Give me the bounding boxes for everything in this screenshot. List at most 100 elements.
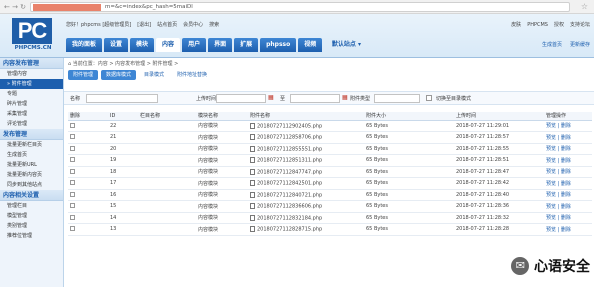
main-tab[interactable]: 视频 — [298, 38, 323, 52]
module-cell: 内容模块 — [196, 177, 248, 190]
sidebar-item[interactable]: » 附件管理 — [0, 79, 63, 89]
sidebar-item[interactable]: 管理内容 — [0, 69, 63, 79]
filename-text: 20180727112858706.php — [257, 134, 323, 141]
switch-mode-checkbox[interactable] — [426, 95, 432, 101]
column-header: 上传时间 — [454, 112, 544, 121]
row-checkbox[interactable] — [70, 214, 75, 220]
main-tab[interactable]: 扩展 — [234, 38, 259, 52]
main-tab[interactable]: 设置 — [104, 38, 129, 52]
row-checkbox[interactable] — [70, 191, 75, 197]
top-right-link[interactable]: PHPCMS — [527, 22, 548, 28]
row-actions[interactable]: 预览 | 删除 — [544, 166, 592, 178]
row-actions[interactable]: 预览 | 删除 — [544, 177, 592, 190]
shortcut-links: 生成首页 更新缓存 — [534, 41, 590, 48]
attachment-type-select[interactable] — [374, 94, 420, 103]
sidebar-item[interactable]: 生成首页 — [0, 150, 63, 160]
sub-tab[interactable]: 附件地址替换 — [172, 70, 212, 80]
row-actions[interactable]: 预览 | 删除 — [544, 131, 592, 144]
top-info-item[interactable]: [退出] — [137, 22, 151, 28]
start-date-input[interactable] — [216, 94, 266, 103]
main-tab[interactable]: 界面 — [208, 38, 233, 52]
row-actions[interactable]: 预览 | 删除 — [544, 143, 592, 155]
sidebar-item[interactable]: 推荐位管理 — [0, 231, 63, 241]
sub-tab[interactable]: 附件管理 — [68, 70, 99, 80]
row-checkbox[interactable] — [70, 180, 75, 186]
row-actions[interactable]: 预览 | 删除 — [544, 223, 592, 236]
filename-cell: 20180727112902405.php — [248, 120, 364, 132]
sub-tab[interactable]: 目录模式 — [139, 70, 169, 80]
top-info-item[interactable]: 站点首页 — [157, 22, 177, 28]
row-checkbox[interactable] — [70, 226, 75, 232]
sidebar-item[interactable]: 碎片管理 — [0, 99, 63, 109]
size-cell: 65 Bytes — [364, 154, 454, 167]
shortcut-link[interactable]: 更新缓存 — [570, 42, 590, 48]
module-cell: 内容模块 — [196, 120, 248, 132]
filename-cell: 20180727112847747.php — [248, 166, 364, 178]
sidebar-item[interactable]: 批量更新栏目页 — [0, 140, 63, 150]
row-actions[interactable]: 预览 | 删除 — [544, 200, 592, 213]
row-actions[interactable]: 预览 | 删除 — [544, 189, 592, 201]
filename-text: 20180727112828715.php — [257, 226, 323, 233]
filename-cell: 20180727112851311.php — [248, 154, 364, 167]
row-checkbox[interactable] — [70, 122, 75, 128]
time-cell: 2018-07-27 11:28:57 — [454, 131, 544, 144]
shortcut-link[interactable]: 生成首页 — [542, 42, 562, 48]
attachment-type-label: 附件类型 — [350, 96, 371, 102]
sidebar-item[interactable]: 类别管理 — [0, 221, 63, 231]
row-actions[interactable]: 预览 | 删除 — [544, 154, 592, 167]
end-date-input[interactable] — [290, 94, 340, 103]
top-info-item[interactable]: 会员中心 — [183, 22, 203, 28]
top-right-link[interactable]: 授权 — [554, 22, 564, 28]
top-right-link[interactable]: 皮肤 — [511, 22, 521, 28]
sidebar-group-heading: 内容相关设置 — [0, 190, 63, 201]
row-checkbox[interactable] — [70, 168, 75, 174]
sidebar-item[interactable]: 批量更新内容页 — [0, 170, 63, 180]
main-tab[interactable]: 用户 — [182, 38, 207, 52]
admin-header: PC PHPCMS.CN 您好！phpcms [超级管理员] [退出] 站点首页 会员… — [0, 14, 594, 58]
sidebar-item[interactable]: 模型管理 — [0, 211, 63, 221]
table-row: 18 内容模块 20180727112847747.php 65 Bytes 2018-… — [68, 166, 592, 178]
main-tab[interactable]: phpsso — [260, 38, 297, 52]
row-checkbox[interactable] — [70, 157, 75, 163]
bookmark-star-icon[interactable]: ☆ — [581, 2, 588, 11]
main-tab[interactable]: 模块 — [130, 38, 155, 52]
file-icon — [250, 157, 255, 163]
size-cell: 65 Bytes — [364, 131, 454, 144]
sidebar-item[interactable]: 专题 — [0, 89, 63, 99]
sidebar-item[interactable]: 批量更新URL — [0, 160, 63, 170]
module-cell: 内容模块 — [196, 200, 248, 213]
site-selector[interactable]: 默认站点 ▾ — [332, 39, 361, 48]
id-cell: 22 — [108, 120, 138, 132]
file-icon — [250, 226, 255, 232]
file-icon — [250, 134, 255, 140]
main-tab[interactable]: 我的面板 — [66, 38, 103, 52]
time-cell: 2018-07-27 11:28:40 — [454, 189, 544, 201]
time-cell: 2018-07-27 11:28:55 — [454, 143, 544, 155]
row-checkbox[interactable] — [70, 203, 75, 209]
category-cell — [138, 120, 196, 132]
name-input[interactable] — [86, 94, 158, 103]
top-info-item[interactable]: 搜索 — [209, 22, 219, 28]
delete-cell — [68, 143, 108, 155]
address-field[interactable]: m=&c=index&pc_hash=5maiDl — [30, 2, 570, 12]
end-calendar-icon[interactable]: ▦ — [342, 94, 348, 101]
browser-nav-icons[interactable]: ← → ↻ — [4, 3, 26, 11]
file-icon — [250, 145, 255, 152]
filename-cell: 20180727112836606.php — [248, 200, 364, 213]
sidebar-item[interactable]: 同步到其他站点 — [0, 180, 63, 190]
row-actions[interactable]: 预览 | 删除 — [544, 212, 592, 224]
top-right-link[interactable]: 支持论坛 — [570, 22, 590, 28]
sidebar-item[interactable]: 管理栏目 — [0, 201, 63, 211]
row-checkbox[interactable] — [70, 134, 75, 140]
sidebar-item[interactable]: 采集管理 — [0, 109, 63, 119]
filename-cell: 20180727112828715.php — [248, 223, 364, 236]
file-icon — [250, 180, 255, 186]
main-tab[interactable]: 内容 — [156, 38, 181, 52]
row-checkbox[interactable] — [70, 145, 75, 151]
time-cell: 2018-07-27 11:29:01 — [454, 120, 544, 132]
start-calendar-icon[interactable]: ▦ — [268, 94, 274, 101]
top-info-item: 您好！phpcms [超级管理员] — [66, 22, 132, 28]
sub-tab[interactable]: 数据库模式 — [101, 70, 137, 80]
row-actions[interactable]: 预览 | 删除 — [544, 120, 592, 132]
sidebar-item[interactable]: 评论管理 — [0, 119, 63, 129]
